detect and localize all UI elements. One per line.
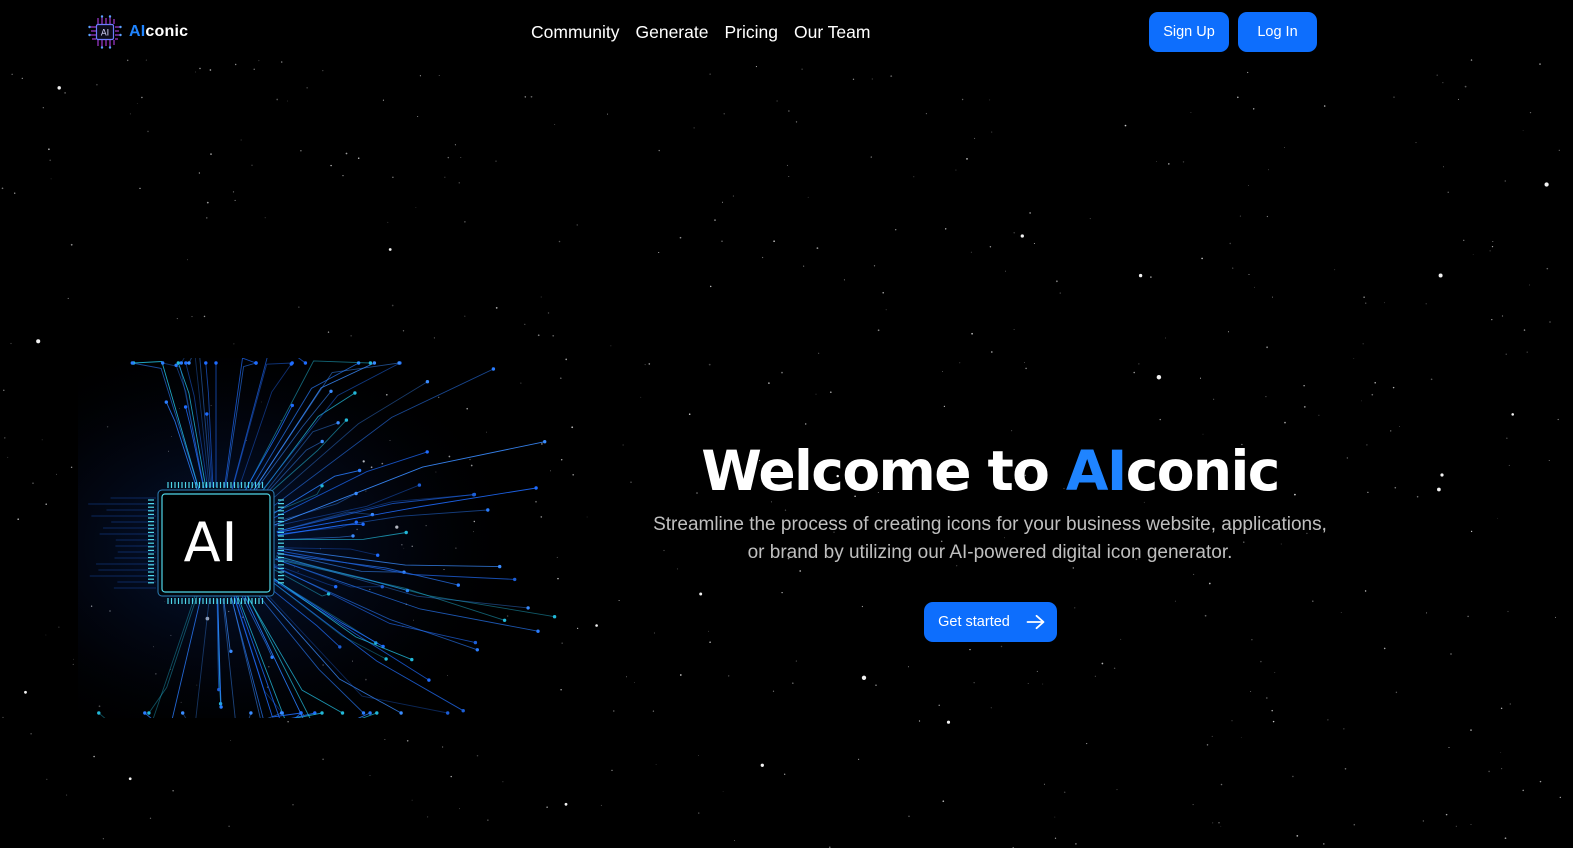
hero-subtitle: Streamline the process of creating icons…	[653, 514, 1327, 563]
chip-label: AI	[183, 510, 239, 574]
nav-our-team[interactable]: Our Team	[794, 20, 871, 44]
chip-logo-icon: AI	[88, 15, 122, 49]
brand-name: AIconic	[129, 23, 188, 41]
sign-up-button[interactable]: Sign Up	[1149, 12, 1229, 52]
brand-logo[interactable]: AI AIconic	[88, 15, 188, 49]
hero-title-rest: conic	[1125, 439, 1281, 503]
hero-section: Welcome to AIconic Streamline the proces…	[640, 438, 1340, 642]
hero-title: Welcome to AIconic	[640, 438, 1340, 504]
nav-pricing[interactable]: Pricing	[724, 20, 778, 44]
hero-title-prefix: Welcome to	[701, 439, 1066, 503]
nav-community[interactable]: Community	[531, 20, 620, 44]
nav-generate[interactable]: Generate	[636, 20, 709, 44]
brand-name-rest: conic	[145, 23, 189, 40]
ai-chip-illustration	[78, 358, 578, 718]
main-nav: Community Generate Pricing Our Team	[531, 20, 870, 44]
hero-title-accent: AI	[1065, 439, 1127, 503]
auth-buttons: Sign Up Log In	[1149, 12, 1317, 52]
brand-name-accent: AI	[129, 23, 146, 40]
landing-page: AI AIconic Community Generate Pricing Ou…	[0, 0, 1573, 848]
log-in-button[interactable]: Log In	[1238, 12, 1317, 52]
get-started-label: Get started	[938, 614, 1010, 630]
arrow-right-icon	[1026, 614, 1045, 630]
get-started-button[interactable]: Get started	[923, 602, 1057, 642]
logo-chip-text: AI	[101, 29, 109, 39]
